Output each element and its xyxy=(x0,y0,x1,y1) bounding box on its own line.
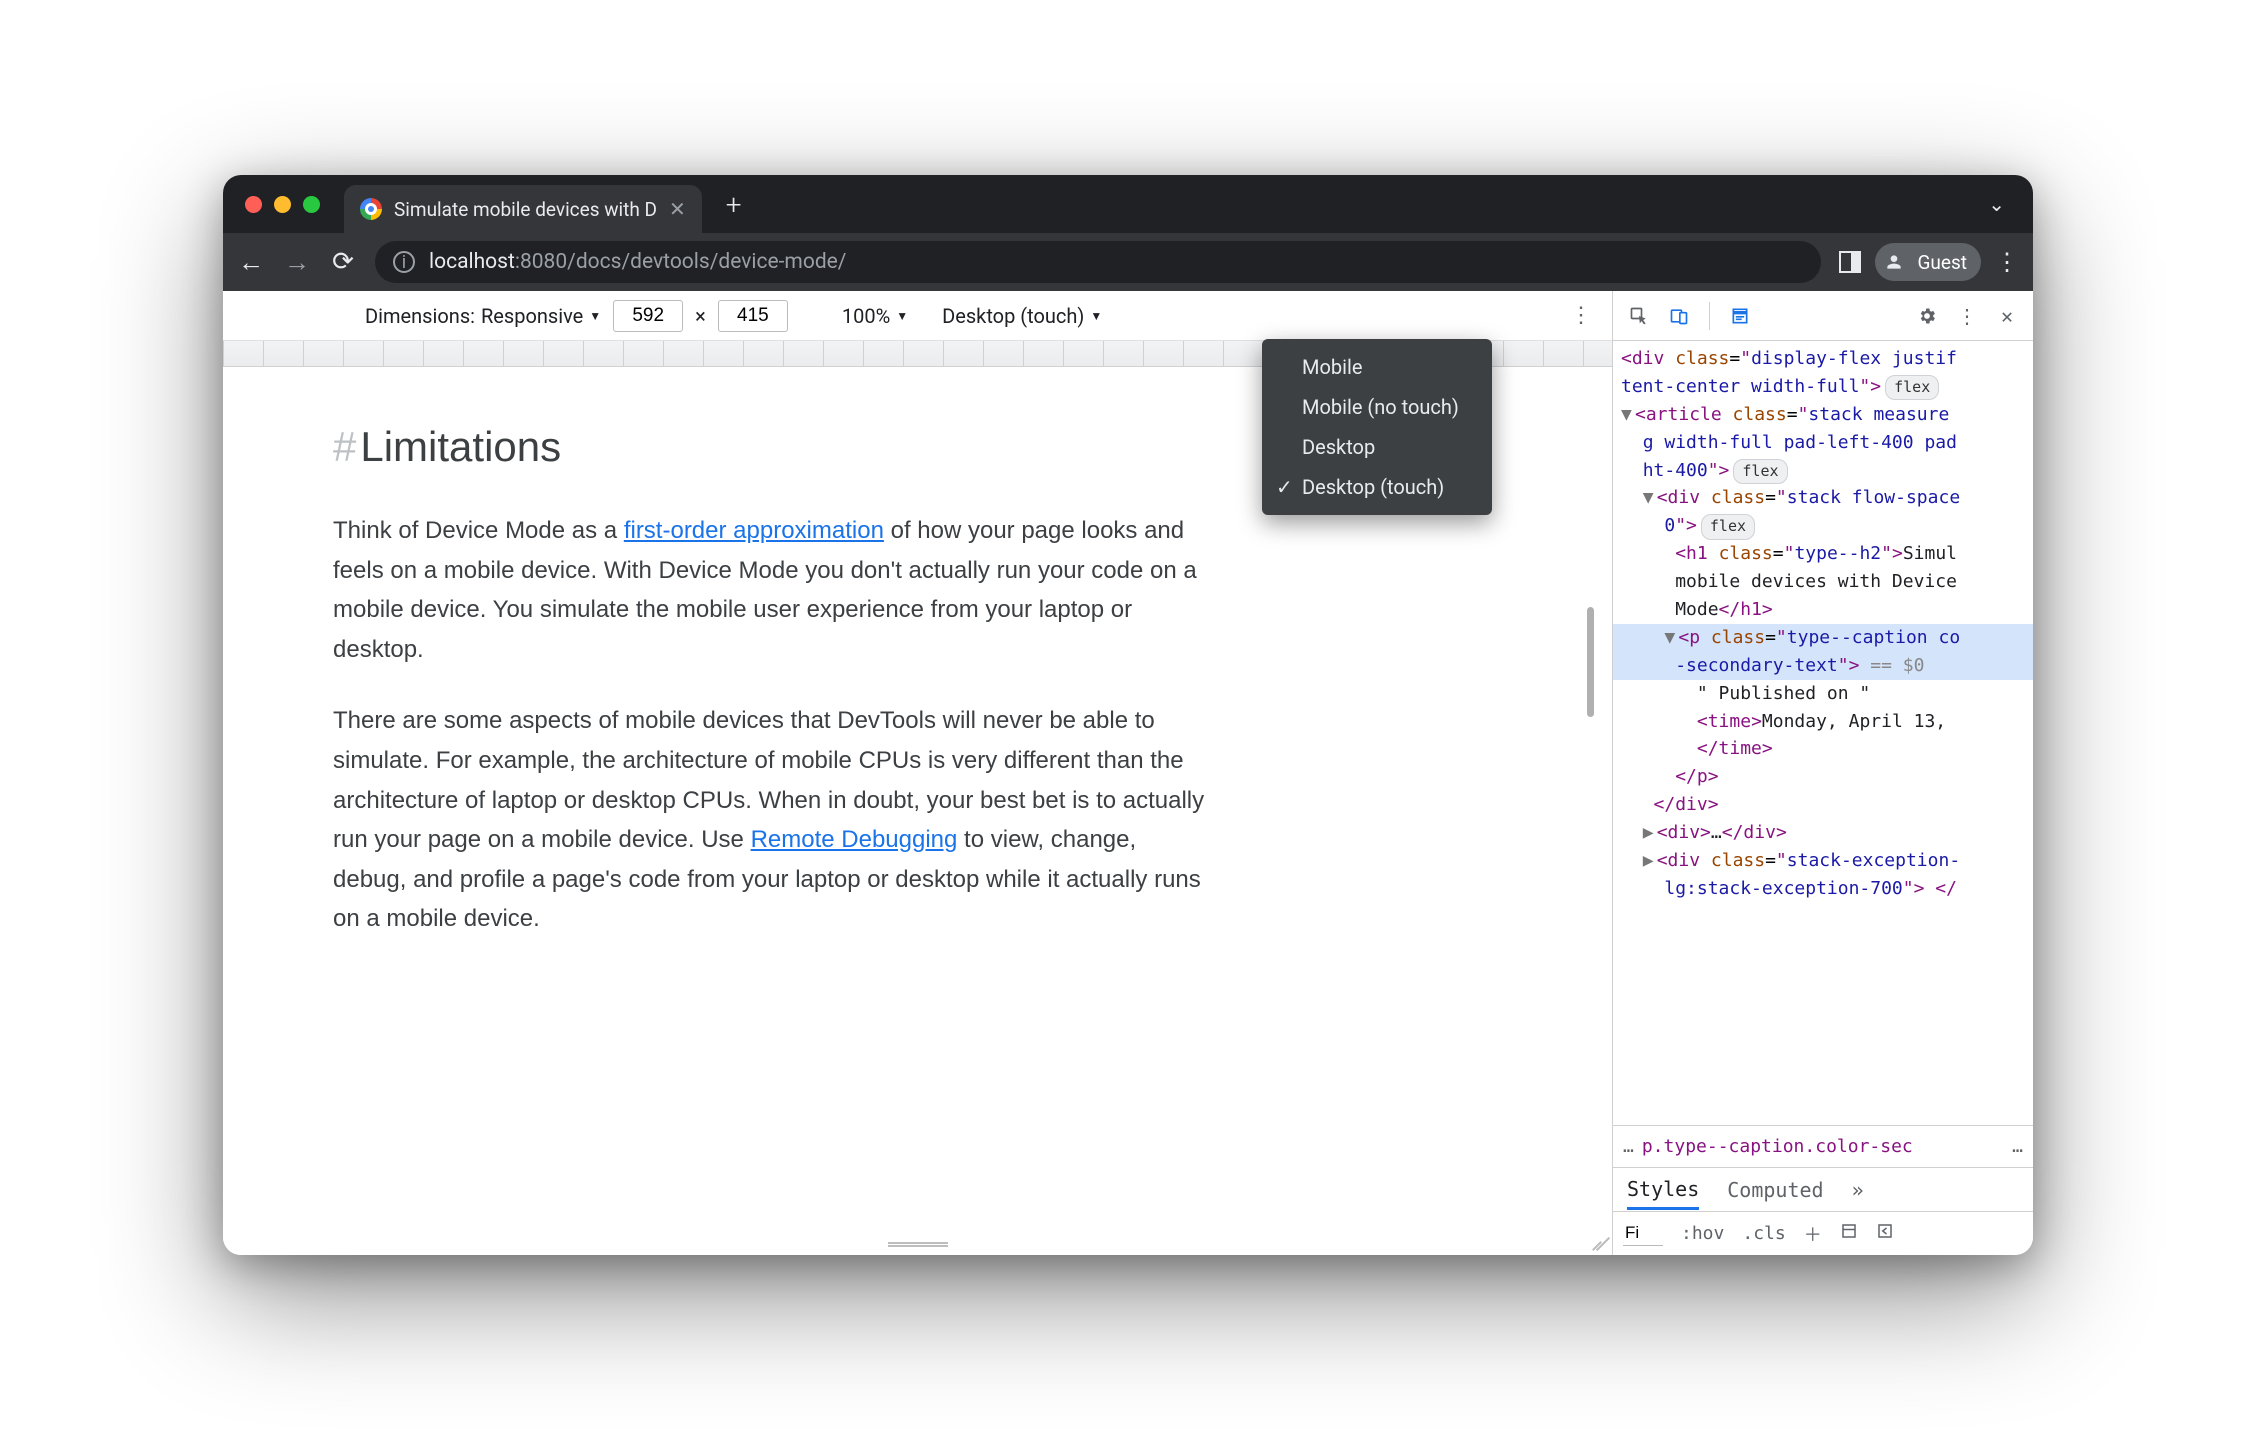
avatar-icon xyxy=(1879,247,1909,277)
browser-window: Simulate mobile devices with D ✕ + ⌄ ← →… xyxy=(223,175,2033,1255)
dropdown-item-desktop[interactable]: Desktop xyxy=(1262,427,1492,467)
browser-tab[interactable]: Simulate mobile devices with D ✕ xyxy=(344,185,702,233)
height-input[interactable] xyxy=(718,300,788,332)
browser-toolbar: ← → ⟳ i localhost:8080/docs/devtools/dev… xyxy=(223,233,2033,291)
resize-handle-corner[interactable] xyxy=(1588,1231,1608,1251)
site-info-icon[interactable]: i xyxy=(393,251,415,273)
content-row: Dimensions: Responsive ▼ × 100% ▼ Deskto… xyxy=(223,291,2033,1255)
reload-button[interactable]: ⟳ xyxy=(329,247,357,277)
devtools-toolbar: ⋮ ✕ xyxy=(1613,291,2033,341)
dropdown-item-mobile-no-touch[interactable]: Mobile (no touch) xyxy=(1262,387,1492,427)
resize-handle-bottom[interactable] xyxy=(888,1242,948,1247)
styles-tab-bar: Styles Computed » xyxy=(1613,1167,2033,1211)
link-first-order[interactable]: first-order approximation xyxy=(624,517,884,544)
selected-dom-node[interactable]: ▼<p class="type--caption co xyxy=(1613,624,2033,652)
width-input[interactable] xyxy=(613,300,683,332)
dimensions-dropdown[interactable]: Dimensions: Responsive ▼ xyxy=(365,304,601,328)
forward-button[interactable]: → xyxy=(283,247,311,278)
scrollbar[interactable] xyxy=(1587,607,1594,717)
tab-styles[interactable]: Styles xyxy=(1627,1177,1699,1210)
tab-overflow-button[interactable]: ⌄ xyxy=(1988,192,2017,216)
dropdown-triangle-icon: ▼ xyxy=(589,309,601,323)
tabs-overflow[interactable]: » xyxy=(1852,1178,1864,1202)
side-panel-icon[interactable] xyxy=(1839,251,1861,273)
window-controls xyxy=(245,196,320,213)
tab-title: Simulate mobile devices with D xyxy=(394,198,657,221)
tab-computed[interactable]: Computed xyxy=(1727,1178,1823,1202)
browser-menu-button[interactable]: ⋮ xyxy=(1995,248,2019,276)
styles-filter-input[interactable] xyxy=(1623,1221,1663,1246)
address-bar[interactable]: i localhost:8080/docs/devtools/device-mo… xyxy=(375,241,1821,283)
dropdown-triangle-icon: ▼ xyxy=(896,309,908,323)
url-path: /docs/devtools/device-mode/ xyxy=(567,250,846,274)
profile-chip[interactable]: Guest xyxy=(1875,243,1981,281)
url-host: localhost xyxy=(429,250,515,274)
toolbar-right: Guest ⋮ xyxy=(1839,243,2019,281)
close-window-button[interactable] xyxy=(245,196,262,213)
page-paragraph-2: There are some aspects of mobile devices… xyxy=(333,701,1213,939)
devtools-close-button[interactable]: ✕ xyxy=(1991,300,2023,332)
minimize-window-button[interactable] xyxy=(274,196,291,213)
times-label: × xyxy=(695,304,706,328)
devtools-menu-button[interactable]: ⋮ xyxy=(1951,300,1983,332)
hov-toggle[interactable]: :hov xyxy=(1681,1223,1724,1244)
styles-toolbar: :hov .cls ＋ xyxy=(1613,1211,2033,1255)
dropdown-item-mobile[interactable]: Mobile xyxy=(1262,347,1492,387)
link-remote-debugging[interactable]: Remote Debugging xyxy=(751,826,958,853)
page-paragraph-1: Think of Device Mode as a first-order ap… xyxy=(333,511,1213,669)
new-style-rule-button[interactable]: ＋ xyxy=(1804,1221,1822,1247)
breadcrumb-node[interactable]: p.type--caption.color-sec xyxy=(1642,1136,1913,1157)
breadcrumbs[interactable]: … p.type--caption.color-sec … xyxy=(1613,1125,2033,1167)
device-toolbar: Dimensions: Responsive ▼ × 100% ▼ Deskto… xyxy=(223,291,1612,341)
dom-tree[interactable]: <div class="display-flex justif tent-cen… xyxy=(1613,341,2033,1125)
throttle-dropdown[interactable]: Desktop (touch) ▼ xyxy=(942,304,1102,328)
dropdown-triangle-icon: ▼ xyxy=(1090,309,1102,323)
settings-icon[interactable] xyxy=(1911,300,1943,332)
back-button[interactable]: ← xyxy=(237,247,265,278)
device-type-dropdown: Mobile Mobile (no touch) Desktop Desktop… xyxy=(1262,339,1492,515)
hash-icon: # xyxy=(333,423,356,470)
devtools-panel: ⋮ ✕ <div class="display-flex justif tent… xyxy=(1613,291,2033,1255)
titlebar: Simulate mobile devices with D ✕ + ⌄ xyxy=(223,175,2033,233)
url-port: :8080 xyxy=(515,250,567,274)
device-toggle-icon[interactable] xyxy=(1663,300,1695,332)
cls-toggle[interactable]: .cls xyxy=(1742,1223,1785,1244)
toggle-rendering-icon[interactable] xyxy=(1876,1222,1894,1245)
elements-panel-icon[interactable] xyxy=(1724,300,1756,332)
zoom-dropdown[interactable]: 100% ▼ xyxy=(842,304,908,328)
maximize-window-button[interactable] xyxy=(303,196,320,213)
profile-label: Guest xyxy=(1917,251,1967,274)
chrome-favicon-icon xyxy=(360,198,382,220)
device-toolbar-menu[interactable]: ⋮ xyxy=(1570,303,1592,328)
computed-styles-icon[interactable] xyxy=(1840,1222,1858,1245)
dropdown-item-desktop-touch[interactable]: Desktop (touch) xyxy=(1262,467,1492,507)
new-tab-button[interactable]: + xyxy=(726,188,742,221)
tab-close-button[interactable]: ✕ xyxy=(669,197,686,221)
inspect-element-icon[interactable] xyxy=(1623,300,1655,332)
device-mode-area: Dimensions: Responsive ▼ × 100% ▼ Deskto… xyxy=(223,291,1613,1255)
